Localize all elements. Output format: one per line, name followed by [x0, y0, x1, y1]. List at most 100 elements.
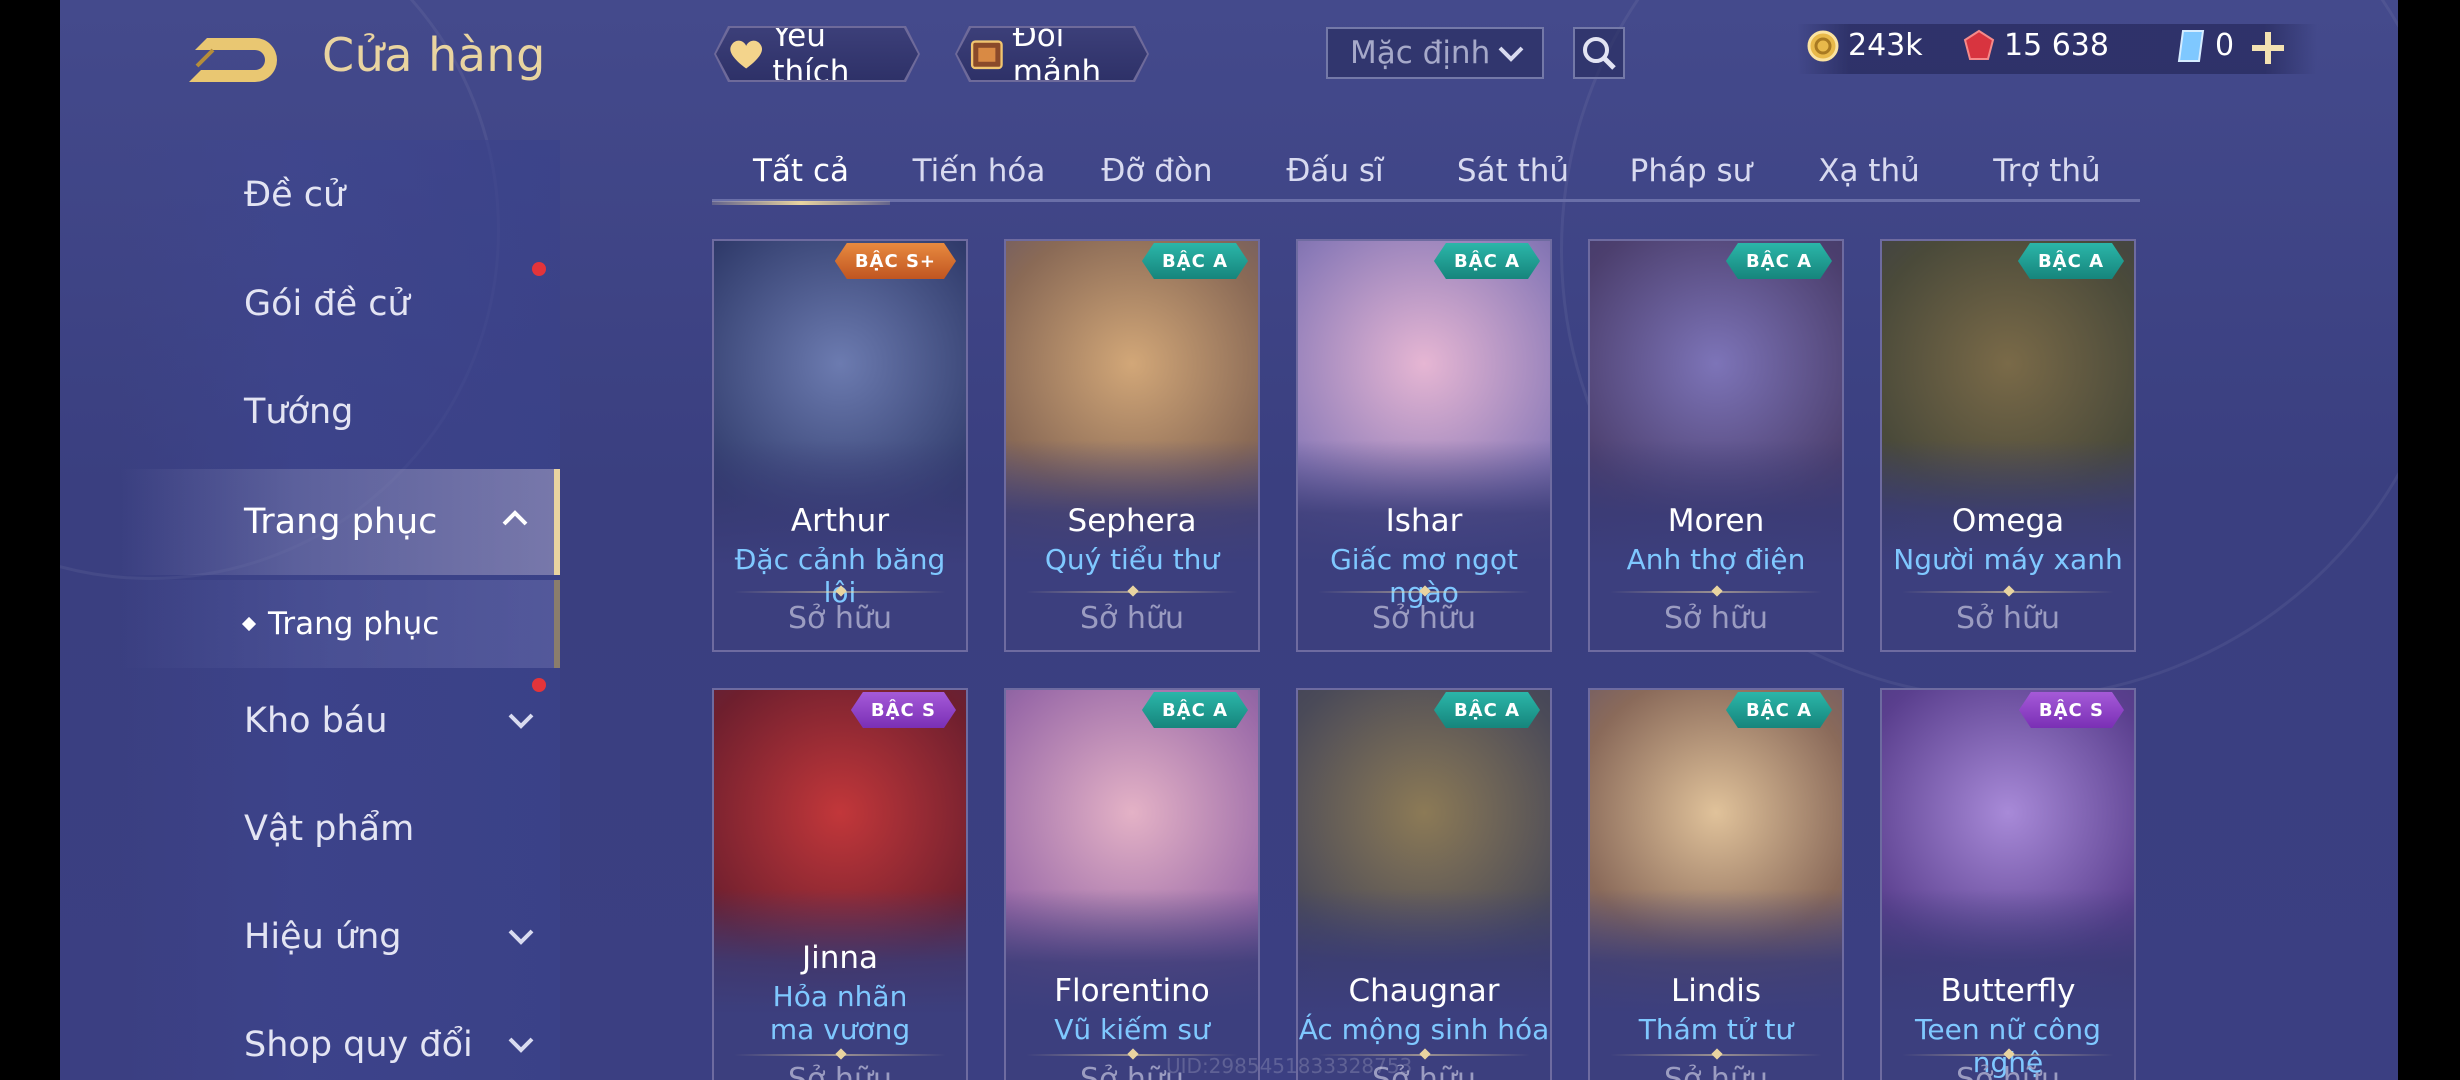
tab-tank[interactable]: Đỡ đòn [1068, 140, 1246, 202]
tier-badge: BẬC A [1726, 692, 1832, 728]
skin-card-florentino[interactable]: BẬC A Florentino Vũ kiếm sư Sở hữu [1004, 688, 1260, 1080]
hero-name: Omega [1951, 503, 2065, 539]
sort-value: Mặc định [1350, 35, 1491, 71]
skin-card-sephera[interactable]: BẬC A Sephera Quý tiểu thư Sở hữu [1004, 239, 1260, 652]
tab-label: Sát thủ [1456, 153, 1570, 189]
gem-amount: 15 638 [2004, 28, 2109, 63]
tier-badge: BẬC S [851, 692, 956, 728]
tier-badge: BẬC A [1434, 243, 1540, 279]
tier-badge: BẬC S [2019, 692, 2124, 728]
red-gem-icon [1963, 29, 1995, 60]
gem-currency: 15 638 [1962, 28, 2109, 63]
sidebar: Đề cử Gói đề cử Tướng Trang phục Trang p… [120, 140, 560, 1080]
hero-name: Arthur [790, 503, 890, 539]
notification-dot [532, 262, 546, 276]
fragment-chest-icon [969, 32, 1005, 76]
sidebar-item-recommended-packs[interactable]: Gói đề cử [120, 269, 560, 339]
skin-name: Thám tử tư [1638, 1013, 1794, 1046]
gold-amount: 243k [1848, 28, 1923, 63]
sidebar-item-recommended[interactable]: Đề cử [120, 160, 560, 230]
search-button[interactable] [1573, 27, 1625, 79]
tab-mage[interactable]: Pháp sư [1602, 140, 1780, 202]
bullet-icon [241, 616, 257, 632]
tab-label: Trợ thủ [1993, 153, 2101, 189]
exchange-label: Đổi mảnh [1012, 18, 1102, 90]
category-tabs: Tất cả Tiến hóa Đỡ đòn Đấu sĩ Sát thủ Ph… [712, 140, 2140, 205]
sidebar-subitem-skins[interactable]: Trang phục [120, 580, 560, 668]
tab-label: Pháp sư [1629, 153, 1753, 189]
tier-badge: BẬC S+ [835, 243, 956, 279]
gold-coin-icon [1807, 30, 1839, 61]
skin-card-lindis[interactable]: BẬC A Lindis Thám tử tư Sở hữu [1588, 688, 1844, 1080]
skin-name: Đặc cảnh băng lôi [734, 543, 946, 609]
sidebar-item-label: Đề cử [244, 175, 346, 215]
skin-card-chaugnar[interactable]: BẬC A Chaugnar Ác mộng sinh hóa Sở hữu [1296, 688, 1552, 1080]
sidebar-item-label: Trang phục [244, 502, 438, 542]
skin-card-jinna[interactable]: BẬC S Jinna Hỏa nhãn ma vương Sở hữu [712, 688, 968, 1080]
chevron-up-icon [502, 510, 528, 526]
skin-card-omega[interactable]: BẬC A Omega Người máy xanh Sở hữu [1880, 239, 2136, 652]
skin-card-moren[interactable]: BẬC A Moren Anh thợ điện Sở hữu [1588, 239, 1844, 652]
tab-assassin[interactable]: Sát thủ [1424, 140, 1602, 202]
tab-support[interactable]: Trợ thủ [1958, 140, 2136, 202]
sidebar-item-label: Kho báu [244, 701, 388, 741]
back-button[interactable] [185, 30, 285, 90]
user-id-watermark: UID:2985451833328753 [1166, 1054, 1413, 1078]
skin-name: Quý tiểu thư [1044, 543, 1220, 576]
tab-marksman[interactable]: Xạ thủ [1780, 140, 1958, 202]
tab-label: Xạ thủ [1818, 153, 1920, 189]
sort-dropdown[interactable]: Mặc định [1326, 27, 1544, 79]
exchange-fragments-button[interactable]: Đổi mảnh [957, 28, 1147, 80]
favorite-button[interactable]: Yêu thích [716, 28, 918, 80]
tab-label: Tiến hóa [912, 153, 1046, 189]
tab-label: Đấu sĩ [1286, 153, 1384, 189]
add-currency-plus-icon[interactable] [2248, 28, 2288, 68]
hero-name: Ishar [1385, 503, 1463, 539]
skin-card-ishar[interactable]: BẬC A Ishar Giấc mơ ngọt ngào Sở hữu [1296, 239, 1552, 652]
tier-badge: BẬC A [1726, 243, 1832, 279]
sidebar-item-exchange-shop[interactable]: Shop quy đổi [120, 1010, 560, 1080]
hero-name: Moren [1667, 503, 1765, 539]
sidebar-item-label: Tướng [244, 392, 354, 432]
skin-name: Anh thợ điện [1626, 543, 1806, 576]
skin-name: Ác mộng sinh hóa [1298, 1013, 1550, 1046]
hero-name: Chaugnar [1348, 973, 1500, 1009]
tier-badge: BẬC A [1142, 692, 1248, 728]
chevron-down-icon [508, 929, 534, 945]
tab-all[interactable]: Tất cả [712, 140, 890, 205]
chevron-down-icon [508, 1037, 534, 1053]
skin-name: Vũ kiếm sư [1054, 1013, 1210, 1046]
gold-currency: 243k [1806, 28, 1923, 63]
owned-status: Sở hữu [1956, 1062, 2060, 1080]
tier-badge: BẬC A [1434, 692, 1540, 728]
page-title: Cửa hàng [322, 28, 546, 82]
sidebar-item-effects[interactable]: Hiệu ứng [120, 902, 560, 972]
sidebar-item-treasure[interactable]: Kho báu [120, 686, 560, 756]
voucher-icon [2177, 29, 2205, 62]
hero-name: Butterfly [1940, 973, 2076, 1009]
tab-warrior[interactable]: Đấu sĩ [1246, 140, 1424, 202]
sidebar-subitem-label: Trang phục [268, 606, 440, 642]
tab-evolution[interactable]: Tiến hóa [890, 140, 1068, 202]
skin-name: Người máy xanh [1893, 543, 2123, 576]
owned-status: Sở hữu [1956, 601, 2060, 636]
sidebar-item-skins[interactable]: Trang phục [120, 469, 560, 575]
hero-name: Jinna [801, 940, 879, 976]
sidebar-item-items[interactable]: Vật phẩm [120, 794, 560, 864]
owned-status: Sở hữu [1372, 601, 1476, 636]
favorite-label: Yêu thích [772, 18, 850, 90]
skin-card-arthur[interactable]: BẬC S+ Arthur Đặc cảnh băng lôi Sở hữu [712, 239, 968, 652]
hero-name: Sephera [1067, 503, 1197, 539]
shop-screen: Cửa hàng Yêu thích Đổi mảnh Mặc định 243… [60, 0, 2398, 1080]
owned-status: Sở hữu [788, 1062, 892, 1080]
owned-status: Sở hữu [1664, 601, 1768, 636]
sidebar-item-heroes[interactable]: Tướng [120, 377, 560, 447]
search-icon [1583, 37, 1616, 70]
skin-card-butterfly[interactable]: BẬC S Butterfly Teen nữ công nghệ Sở hữu [1880, 688, 2136, 1080]
voucher-currency: 0 [2175, 28, 2234, 63]
tab-label: Đỡ đòn [1101, 153, 1213, 189]
hero-name: Lindis [1671, 973, 1761, 1009]
heart-icon [728, 36, 764, 72]
sidebar-item-label: Gói đề cử [244, 284, 410, 324]
chevron-down-icon [1498, 46, 1524, 62]
